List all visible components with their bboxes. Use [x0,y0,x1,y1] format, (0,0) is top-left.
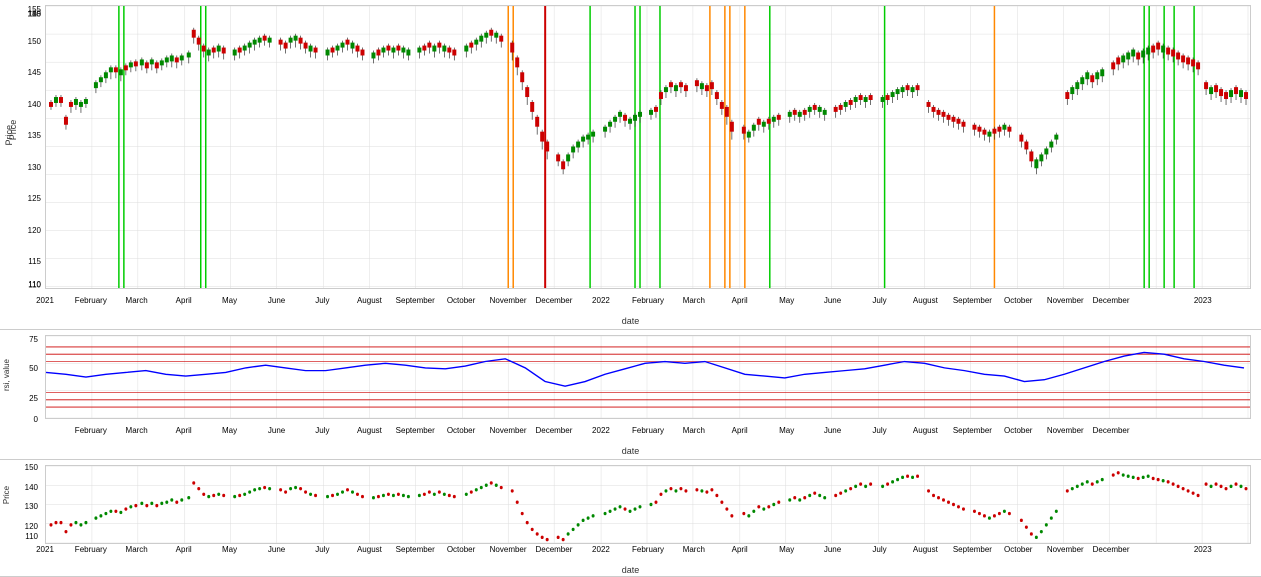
x-label-rsi: date [622,446,640,456]
main-price-chart-panel: Price 155 150 145 140 135 130 125 120 11… [0,0,1261,330]
x-axis-ticks-rsi: February March April May June July Augus… [45,426,1251,441]
x-label-lower: date [622,565,640,575]
charts-container: Price 155 150 145 140 135 130 125 120 11… [0,0,1261,577]
x-axis-ticks-lower: 2021 February March April May June July … [45,545,1251,560]
y-ticks-rsi: 75 50 25 0 [0,335,40,424]
lower-svg [46,466,1250,543]
lower-chart-area [45,465,1251,544]
main-price-svg [46,6,1250,288]
x-label-main: date [622,316,640,326]
rsi-chart-area [45,335,1251,419]
main-price-chart-area [45,5,1251,289]
lower-price-chart-panel: Price 150 140 130 120 110 [0,460,1261,577]
rsi-chart-panel: rsi, value 75 50 25 0 [0,330,1261,460]
y-ticks-main: 155 150 145 140 135 130 125 120 115 110 [5,5,43,289]
y-ticks-lower: 150 140 130 120 110 [0,463,40,541]
rsi-svg [46,336,1250,418]
x-axis-ticks-main: 2021 February March April May June July … [45,296,1251,311]
